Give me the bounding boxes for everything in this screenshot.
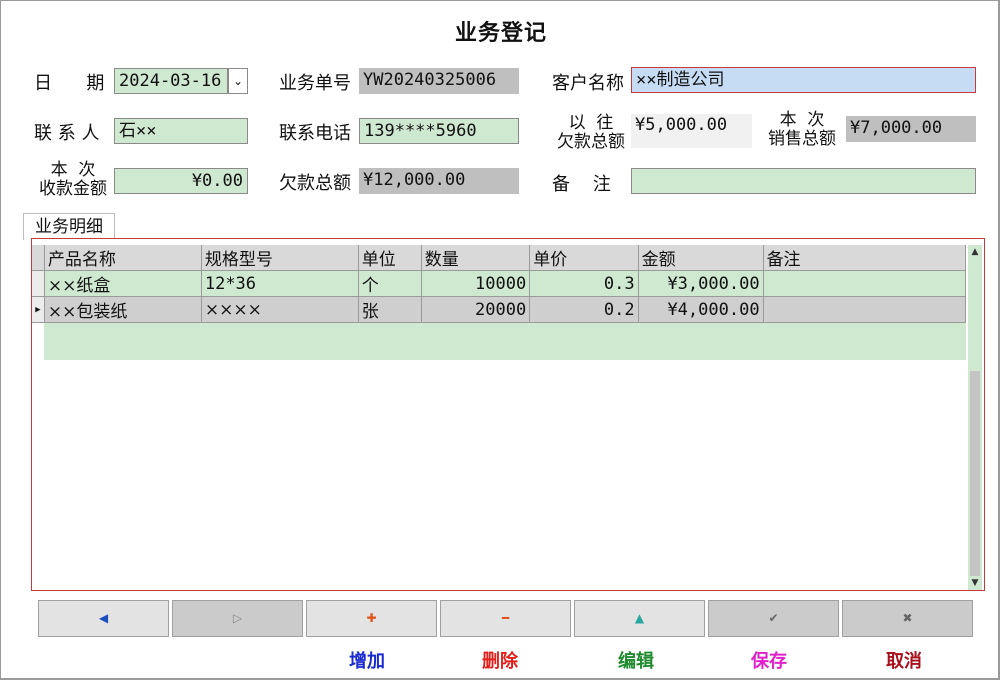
edit-record-button[interactable]: ▲ [574,600,705,637]
sales-total-field: ¥7,000.00 [846,116,976,142]
row-selector-header [32,245,45,271]
col-header-amount[interactable]: 金额 [638,245,764,271]
scrollbar-thumb[interactable] [970,371,980,576]
cell-unit[interactable]: 个 [358,270,422,297]
scroll-up-icon[interactable]: ▲ [968,245,982,259]
cell-unit[interactable]: 张 [358,296,422,323]
cell-product-name[interactable]: ××包装纸 [44,296,202,323]
check-icon: ✔ [768,611,779,625]
row-selector[interactable]: ▶ [32,296,45,323]
cell-amount[interactable]: ¥3,000.00 [638,270,764,297]
cancel-button[interactable]: 取消 [864,647,944,673]
order-no-label: 业务单号 [279,73,351,94]
save-button[interactable]: 保存 [729,647,809,673]
col-header-price[interactable]: 单价 [529,245,639,271]
table-header-row: 产品名称 规格型号 单位 数量 单价 金额 备注 [32,245,967,271]
page-title: 业务登记 [454,20,547,46]
phone-field[interactable]: 139****5960 [359,118,519,144]
prev-debt-field: ¥5,000.00 [631,114,752,148]
cell-remark[interactable] [763,270,967,297]
cell-price[interactable]: 0.3 [529,270,639,297]
phone-label: 联系电话 [279,123,351,144]
col-header-spec[interactable]: 规格型号 [201,245,359,271]
delete-record-button[interactable]: ━ [440,600,571,637]
date-field[interactable]: 2024-03-16 [114,68,228,94]
add-button[interactable]: 增加 [327,647,407,673]
cell-spec[interactable]: 12*36 [201,270,359,297]
remark-label: 备 注 [552,174,611,195]
debt-total-field: ¥12,000.00 [359,168,519,194]
date-dropdown-button[interactable]: ⌄ [228,68,248,94]
cell-amount[interactable]: ¥4,000.00 [638,296,764,323]
sales-total-label: 本 次销售总额 [768,110,836,149]
plus-icon: ✚ [366,611,377,625]
row-selector[interactable] [32,270,45,297]
contact-field[interactable]: 石×× [114,118,248,144]
received-field[interactable]: ¥0.00 [114,168,248,194]
col-header-qty[interactable]: 数量 [421,245,531,271]
col-header-remark[interactable]: 备注 [763,245,967,271]
date-label: 日 期 [34,73,105,94]
prev-record-button[interactable]: ◀ [38,600,169,637]
current-row-arrow-icon: ▶ [35,304,41,315]
customer-label: 客户名称 [552,73,624,94]
delete-button[interactable]: 删除 [460,647,540,673]
cell-price[interactable]: 0.2 [529,296,639,323]
add-record-button[interactable]: ✚ [306,600,437,637]
minus-icon: ━ [501,611,510,625]
col-header-product-name[interactable]: 产品名称 [44,245,202,271]
triangle-up-icon: ▲ [634,611,645,625]
customer-field[interactable]: ××制造公司 [631,67,976,93]
cancel-record-button[interactable]: ✖ [842,600,973,637]
next-arrow-icon: ▷ [232,611,243,625]
scroll-down-icon[interactable]: ▼ [968,576,982,590]
window-frame: 业务登记 日 期 2024-03-16 ⌄ 业务单号 YW20240325006… [0,0,1000,680]
cell-product-name[interactable]: ××纸盒 [44,270,202,297]
cell-spec[interactable]: ×××× [201,296,359,323]
remark-field[interactable] [631,168,976,194]
table-row[interactable]: ××纸盒 12*36 个 10000 0.3 ¥3,000.00 [32,270,967,297]
order-no-field: YW20240325006 [359,68,519,94]
cell-qty[interactable]: 10000 [421,270,531,297]
contact-label: 联 系 人 [34,123,100,144]
chevron-down-icon: ⌄ [232,74,244,88]
prev-arrow-icon: ◀ [98,611,109,625]
debt-total-label: 欠款总额 [279,173,351,194]
prev-debt-label: 以 往欠款总额 [557,113,625,152]
detail-grid[interactable]: 产品名称 规格型号 单位 数量 单价 金额 备注 ××纸盒 12*36 个 10… [31,238,985,591]
table-row[interactable]: ▶ ××包装纸 ×××× 张 20000 0.2 ¥4,000.00 [32,296,967,323]
edit-button[interactable]: 编辑 [596,647,676,673]
cell-qty[interactable]: 20000 [421,296,531,323]
save-record-button[interactable]: ✔ [708,600,839,637]
cell-remark[interactable] [763,296,967,323]
next-record-button[interactable]: ▷ [172,600,303,637]
col-header-unit[interactable]: 单位 [358,245,422,271]
vertical-scrollbar[interactable]: ▲ ▼ [968,245,982,590]
detail-table: 产品名称 规格型号 单位 数量 单价 金额 备注 ××纸盒 12*36 个 10… [32,245,967,323]
tab-business-detail[interactable]: 业务明细 [23,213,115,240]
received-label: 本 次收款金额 [39,160,107,199]
close-icon: ✖ [902,611,913,625]
